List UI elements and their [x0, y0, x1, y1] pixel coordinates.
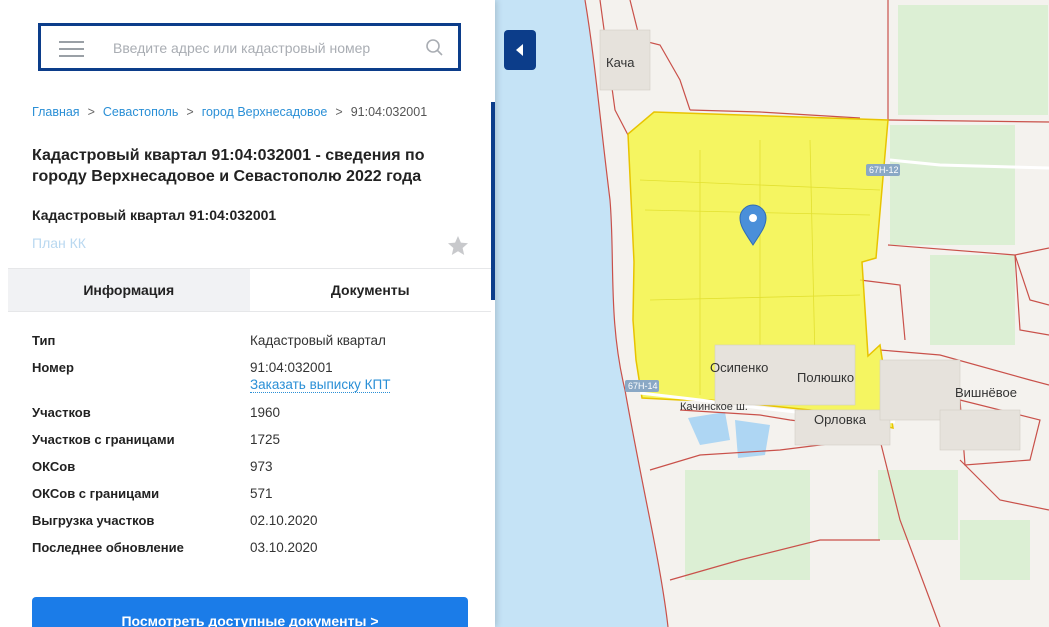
info-key: Участков — [32, 405, 91, 420]
side-panel: Главная > Севастополь > город Верхнесадовое >… — [0, 0, 495, 627]
road-label-67n14: 67Н-14 — [628, 381, 658, 391]
info-value: 973 — [250, 459, 273, 474]
info-row-parcels-bounded: Участков с границами 1725 — [32, 432, 472, 447]
road-shield-67n14: 67Н-14 — [625, 380, 659, 392]
info-key: ОКСов с границами — [32, 486, 160, 501]
info-row-number: Номер 91:04:032001 Заказать выписку КПТ — [32, 360, 472, 393]
info-row-oks-bounded: ОКСов с границами 571 — [32, 486, 472, 501]
place-label-orlovka: Орловка — [814, 412, 867, 427]
collapse-panel-button[interactable] — [504, 30, 536, 70]
star-icon[interactable] — [446, 234, 470, 258]
info-row-updated: Последнее обновление 03.10.2020 — [32, 540, 472, 555]
breadcrumb-separator: > — [87, 105, 95, 119]
breadcrumb-sevastopol[interactable]: Севастополь — [103, 105, 178, 119]
search-icon[interactable] — [425, 38, 445, 58]
road-shield-67n12: 67Н-12 — [866, 164, 900, 176]
menu-icon[interactable] — [59, 41, 84, 57]
info-row-type: Тип Кадастровый квартал — [32, 333, 472, 348]
road-label-67n12: 67Н-12 — [869, 165, 899, 175]
info-row-parcels: Участков 1960 — [32, 405, 472, 420]
scrollbar[interactable] — [491, 102, 495, 300]
order-kpt-link[interactable]: Заказать выписку КПТ — [250, 377, 391, 393]
place-label-osipenko: Осипенко — [710, 360, 768, 375]
breadcrumb-city[interactable]: город Верхнесадовое — [202, 105, 328, 119]
field — [930, 255, 1015, 345]
tabs: Информация Документы — [8, 268, 491, 312]
info-row-oks: ОКСов 973 — [32, 459, 472, 474]
breadcrumb-current: 91:04:032001 — [350, 105, 428, 119]
tab-documents[interactable]: Документы — [250, 269, 492, 311]
place-label-kachinskoe: Качинское ш. — [680, 401, 748, 413]
info-key: Номер — [32, 360, 74, 375]
info-row-export: Выгрузка участков 02.10.2020 — [32, 513, 472, 528]
info-value: 571 — [250, 486, 273, 501]
breadcrumb-home[interactable]: Главная — [32, 105, 80, 119]
info-table: Тип Кадастровый квартал Номер 91:04:0320… — [32, 333, 472, 567]
field — [890, 125, 1015, 245]
breadcrumb-separator: > — [335, 105, 343, 119]
info-key: Участков с границами — [32, 432, 175, 447]
info-value: 1725 — [250, 432, 281, 447]
tab-info[interactable]: Информация — [8, 269, 250, 311]
quarter-subtitle: Кадастровый квартал 91:04:032001 — [32, 207, 277, 223]
field — [960, 520, 1030, 580]
info-key: Выгрузка участков — [32, 513, 155, 528]
info-key: ОКСов — [32, 459, 76, 474]
field — [685, 470, 810, 580]
page-title: Кадастровый квартал 91:04:032001 - сведе… — [32, 147, 425, 185]
info-key: Последнее обновление — [32, 540, 184, 555]
chevron-left-icon — [516, 44, 523, 56]
search-input[interactable] — [111, 35, 405, 61]
field — [898, 5, 1048, 115]
place-label-polyushko: Полюшко — [797, 370, 854, 385]
info-value: 02.10.2020 — [250, 513, 318, 528]
info-key: Тип — [32, 333, 56, 348]
info-value: 91:04:032001 — [250, 360, 333, 375]
breadcrumb-separator: > — [186, 105, 194, 119]
place-label-kacha: Кача — [606, 55, 635, 70]
view-documents-button[interactable]: Посмотреть доступные документы > — [32, 597, 468, 627]
breadcrumb: Главная > Севастополь > город Верхнесадовое >… — [32, 105, 427, 119]
info-value: Кадастровый квартал — [250, 333, 386, 348]
info-value: 1960 — [250, 405, 281, 420]
place-label-vishnevoe: Вишнёвое — [955, 385, 1017, 400]
plan-kk-link[interactable]: План КК — [32, 235, 86, 251]
search-bar — [38, 23, 461, 71]
info-value: 03.10.2020 — [250, 540, 318, 555]
